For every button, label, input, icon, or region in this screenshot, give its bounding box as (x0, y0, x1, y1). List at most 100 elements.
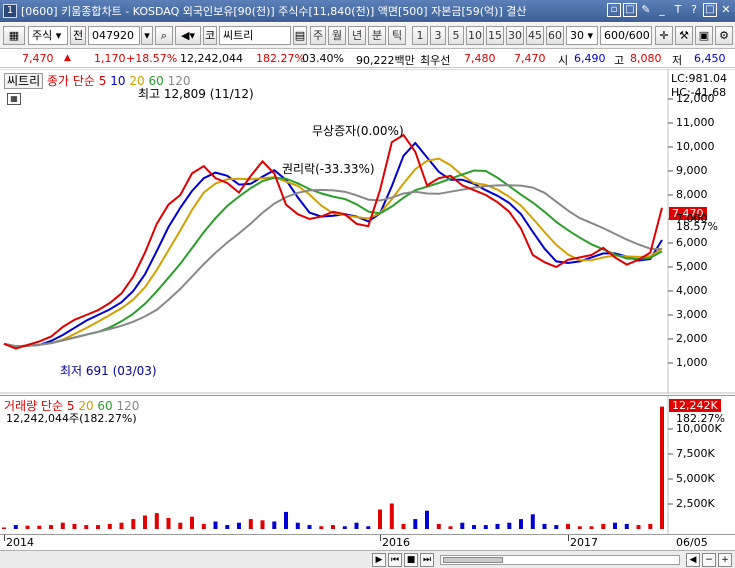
volume-ratio: 182.27% (256, 52, 305, 65)
price-tick-label: 7,000 (676, 212, 708, 225)
ma-5-label: 5 (98, 74, 107, 88)
minimize-icon[interactable]: _ (655, 3, 669, 17)
settings-icon[interactable]: ⚙ (715, 26, 733, 45)
ma-20-line (3, 157, 663, 348)
volume-bar (272, 521, 277, 529)
interval-45-button[interactable]: 45 (526, 26, 544, 45)
volume-bar (542, 523, 547, 529)
interval-3-button[interactable]: 3 (430, 26, 446, 45)
crosshair-icon[interactable]: ✛ (655, 26, 673, 45)
volume-bar (636, 525, 641, 529)
volume-bar (119, 522, 124, 529)
volume-bar (2, 527, 6, 529)
restore-icon[interactable]: □ (623, 3, 637, 17)
x-tick-label: 2014 (6, 536, 34, 549)
chart-type-icon[interactable]: ▦ (3, 26, 25, 45)
period-minute-button[interactable]: 분 (368, 26, 386, 45)
title-bar: 1 [0600] 키움종합차트 - KOSDAQ 외국인보유[90(천)] 주식… (0, 0, 735, 22)
period-month-button[interactable]: 월 (328, 26, 346, 45)
current-price: 7,470 (22, 52, 54, 65)
stop-icon[interactable]: ■ (404, 553, 418, 567)
volume-tick-label: 2,500K (676, 497, 715, 510)
last-page-icon[interactable]: ⏭ (420, 553, 434, 567)
zoom-out-icon[interactable]: − (702, 553, 716, 567)
x-axis-last-date: 06/05 (676, 536, 708, 549)
interval-select[interactable]: 30 ▾ (566, 26, 598, 45)
interval-10-button[interactable]: 10 (466, 26, 484, 45)
font-icon[interactable]: T (671, 3, 685, 17)
volume-bar (178, 522, 183, 529)
volume-tick-label: 7,500K (676, 447, 715, 460)
scroll-track[interactable] (440, 555, 680, 565)
volume-bar (295, 522, 300, 529)
interval-30-button[interactable]: 30 (506, 26, 524, 45)
price-tick-label: 6,000 (676, 236, 708, 249)
app-number-badge: 1 (3, 4, 17, 18)
volume-bar (342, 526, 347, 529)
tools-icon[interactable]: ⚒ (675, 26, 693, 45)
volume-bar (613, 522, 617, 529)
volume-bar (131, 519, 136, 529)
price-tick-label: 10,000 (676, 140, 715, 153)
volume-tick-label: 10,000K (676, 422, 722, 435)
trade-amount: 90,222백만 (356, 54, 415, 67)
x-tick-mark (4, 535, 5, 541)
price-tick-label: 5,000 (676, 260, 708, 273)
volume-tick-label: 5,000K (676, 472, 715, 485)
interval-15-button[interactable]: 15 (486, 26, 504, 45)
zoom-in-icon[interactable]: + (718, 553, 732, 567)
volume-bar (307, 525, 312, 529)
interval-1-button[interactable]: 1 (412, 26, 428, 45)
period-week-button[interactable]: 주 (310, 26, 326, 45)
page-count-field[interactable]: 600/600 (600, 26, 652, 45)
save-icon[interactable]: ▣ (695, 26, 713, 45)
pin-icon[interactable]: ✎ (639, 3, 653, 17)
volume-bar (107, 523, 112, 529)
volume-bar (143, 515, 147, 529)
stock-code-input[interactable]: 047920 (88, 26, 140, 45)
help-icon[interactable]: ? (687, 3, 701, 17)
market-select[interactable]: 주식 ▾ (28, 26, 68, 45)
volume-bar (554, 525, 559, 529)
volume-bar (589, 526, 594, 529)
volume-bar (566, 523, 570, 529)
code-dropdown-icon[interactable]: ▾ (141, 26, 153, 45)
period-tick-button[interactable]: 틱 (388, 26, 406, 45)
scroll-left-icon[interactable]: ◀ (686, 553, 700, 567)
price-tick-label: 9,000 (676, 164, 708, 177)
indicator-list-icon[interactable]: ▦ (7, 93, 21, 105)
volume-bar (495, 523, 500, 529)
x-tick-label: 2016 (382, 536, 410, 549)
speaker-icon[interactable]: ◀▾ (175, 26, 201, 45)
scroll-thumb[interactable] (443, 557, 503, 563)
volume-bar (49, 525, 53, 529)
last-volume-marker: 12,242K (669, 399, 721, 412)
x-tick-mark (568, 535, 569, 541)
maximize-icon[interactable]: □ (703, 3, 717, 17)
prefix-button[interactable]: 전 (70, 26, 86, 45)
search-icon[interactable]: ⌕ (155, 26, 173, 45)
close-icon[interactable]: ✕ (719, 3, 733, 17)
volume-bar (248, 519, 253, 529)
price-chart[interactable] (0, 69, 735, 394)
volume-pane[interactable]: 거래량 단순 5 20 60 120 12,242,044주(182.27%) … (0, 395, 735, 535)
first-page-icon[interactable]: ⏮ (388, 553, 402, 567)
x-tick-label: 2017 (570, 536, 598, 549)
price-indicator-name[interactable]: 종가 단순 (47, 74, 95, 88)
interval-5-button[interactable]: 5 (448, 26, 464, 45)
rights-drop-annotation: 권리락(-33.33%) (282, 162, 375, 176)
scroll-right-arrow-icon[interactable]: ▶ (372, 553, 386, 567)
up-arrow-icon: ▲ (64, 53, 71, 63)
volume-bar (401, 523, 406, 529)
x-axis: 2014 2016 2017 06/05 (0, 534, 735, 550)
chart-scrollbar[interactable]: ▶ ⏮ ■ ⏭ ◀ − + (0, 550, 735, 568)
stock-menu-icon[interactable]: ▤ (293, 26, 307, 45)
stock-name-field[interactable]: 씨트리 (219, 26, 291, 45)
price-tick-label: 4,000 (676, 284, 708, 297)
period-year-button[interactable]: 년 (348, 26, 366, 45)
quote-strip: 7,470 ▲ 1,170 +18.57% 12,242,044 182.27%… (0, 50, 735, 68)
volume-bar (389, 503, 394, 529)
interval-60-button[interactable]: 60 (546, 26, 564, 45)
layout-icon[interactable]: ▫ (607, 3, 621, 17)
price-pane[interactable]: 씨트리 종가 단순 5 10 20 60 120 ▦ 최고 12,809 (11… (0, 69, 735, 394)
